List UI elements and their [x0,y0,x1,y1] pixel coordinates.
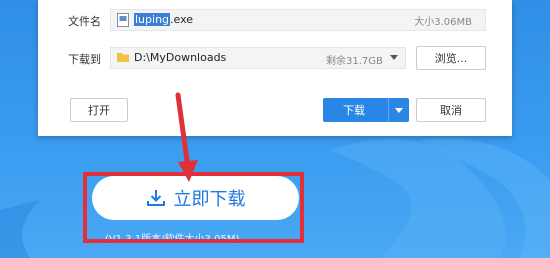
file-size: 大小3.06MB [414,17,472,28]
highlight-annotation-box [83,172,304,243]
split-divider [388,98,389,122]
file-icon [117,13,129,27]
filename-text: luping.exe [134,13,193,27]
filename-selected: luping [134,13,171,26]
open-button[interactable]: 打开 [70,98,128,122]
dropdown-caret-icon[interactable] [390,55,398,60]
save-to-label: 下载到 [68,53,101,66]
download-path: D:\MyDownloads [134,51,227,64]
filename-extension: .exe [170,13,194,26]
download-dialog: 文件名 luping.exe 大小3.06MB 下载到 D:\MyDownloa… [38,0,512,136]
download-options-caret-icon[interactable] [395,108,403,113]
folder-icon [117,53,129,62]
filename-label: 文件名 [68,15,101,28]
cancel-button[interactable]: 取消 [416,98,486,122]
free-space: 剩余31.7GB [326,56,383,67]
browse-button[interactable]: 浏览... [416,46,486,70]
